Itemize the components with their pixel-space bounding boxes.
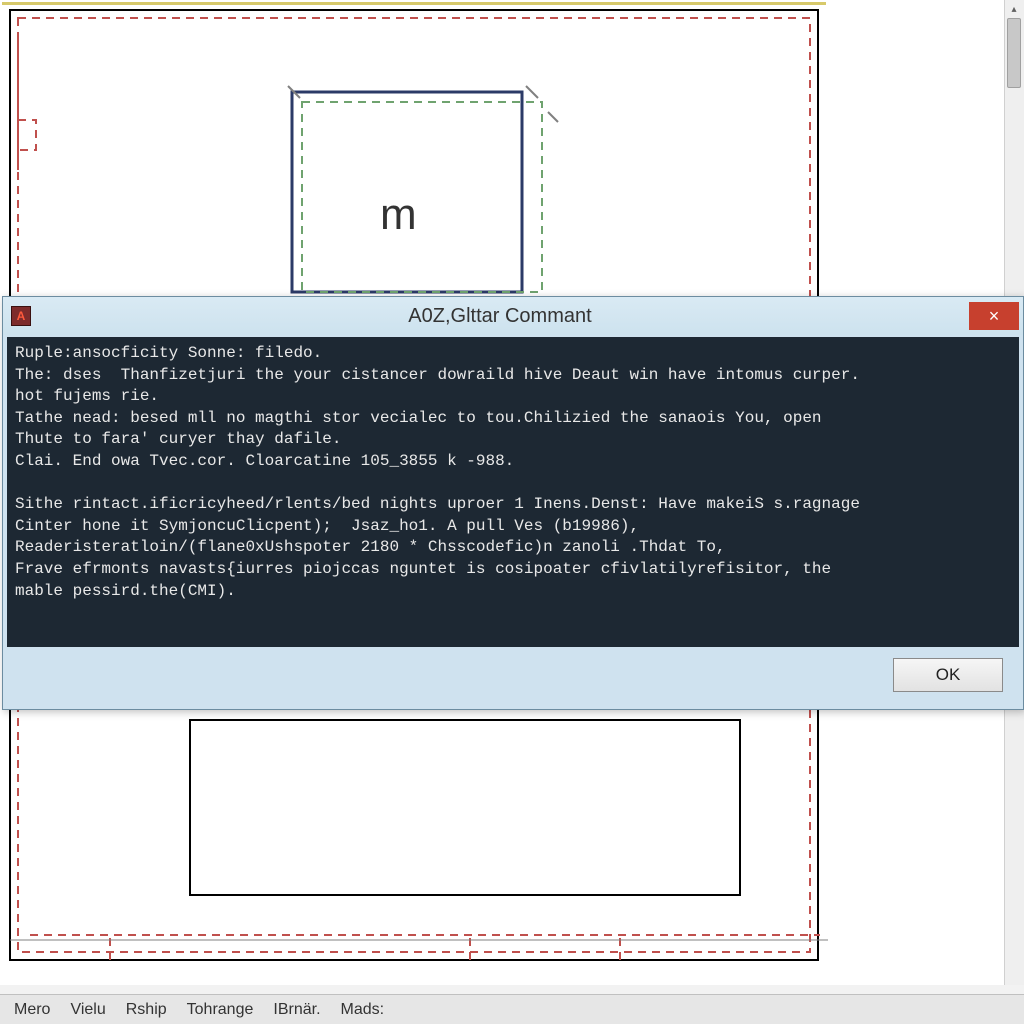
scroll-up-arrow[interactable]: ▴ [1008, 4, 1020, 16]
close-button[interactable]: × [969, 302, 1019, 330]
menu-item-4[interactable]: IBrnär. [263, 997, 330, 1023]
menu-item-1[interactable]: Vielu [60, 997, 115, 1023]
error-dialog: A A0Z,Glttar Commant × Ruple:ansocficity… [2, 296, 1024, 710]
dialog-footer: OK [3, 647, 1023, 703]
ok-button[interactable]: OK [893, 658, 1003, 692]
object-label-m: m [380, 190, 417, 240]
dialog-title: A0Z,Glttar Commant [31, 305, 969, 328]
bottom-menu-bar: Mero Vielu Rship Tohrange IBrnär. Mads: [0, 994, 1024, 1024]
scroll-thumb[interactable] [1007, 18, 1021, 88]
dialog-titlebar[interactable]: A A0Z,Glttar Commant × [3, 297, 1023, 335]
menu-item-0[interactable]: Mero [4, 997, 60, 1023]
close-icon: × [989, 306, 1000, 327]
app-icon: A [11, 306, 31, 326]
menu-item-5[interactable]: Mads: [331, 997, 395, 1023]
menu-item-2[interactable]: Rship [116, 997, 177, 1023]
dialog-message: Ruple:ansocficity Sonne: filedo. The: ds… [7, 337, 1019, 647]
menu-item-3[interactable]: Tohrange [177, 997, 264, 1023]
